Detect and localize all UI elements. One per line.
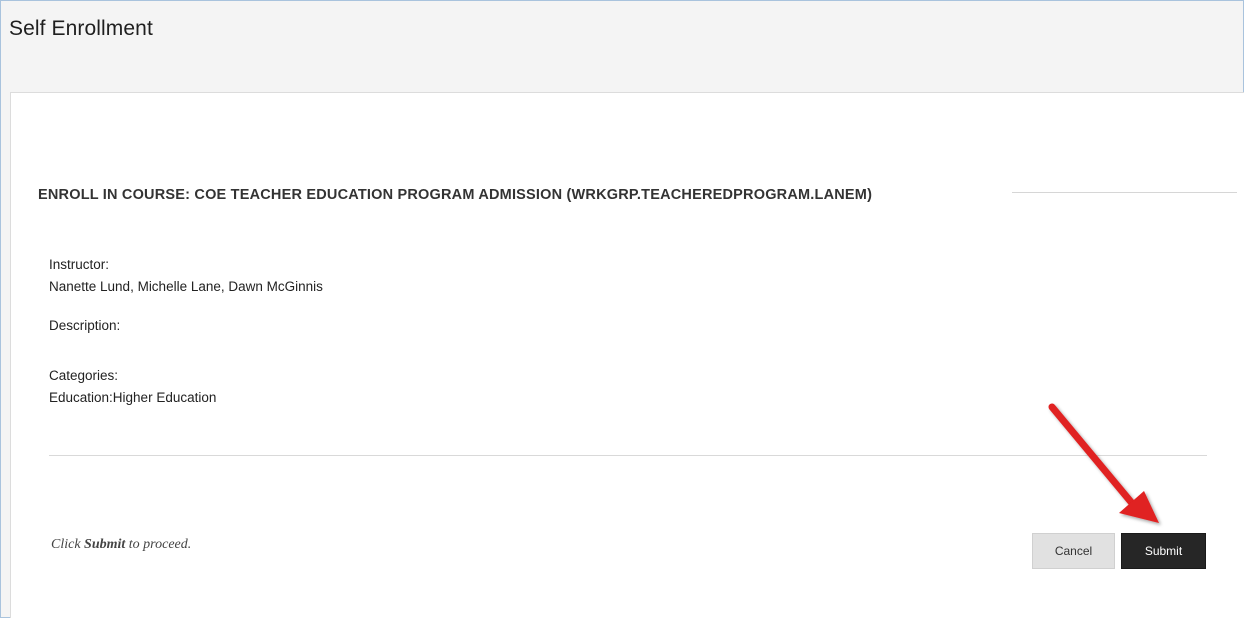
cancel-button[interactable]: Cancel [1032, 533, 1115, 569]
submit-button[interactable]: Submit [1121, 533, 1206, 569]
instruction-suffix: to proceed. [125, 537, 192, 552]
enrollment-panel: ENROLL IN COURSE: COE TEACHER EDUCATION … [10, 92, 1244, 618]
page-title: Self Enrollment [9, 17, 153, 40]
instruction-submit-emphasis: Submit [84, 537, 126, 552]
instruction-prefix: Click [51, 537, 85, 552]
categories-label: Categories: [49, 368, 119, 383]
section-divider [49, 455, 1207, 456]
heading-divider [1012, 192, 1237, 193]
categories-value: Education:Higher Education [49, 390, 217, 405]
submit-instruction: Click Submit to proceed. [51, 537, 191, 553]
instructor-value: Nanette Lund, Michelle Lane, Dawn McGinn… [49, 279, 323, 294]
enroll-course-heading: ENROLL IN COURSE: COE TEACHER EDUCATION … [38, 187, 873, 203]
description-label: Description: [49, 318, 121, 333]
instructor-label: Instructor: [49, 257, 110, 272]
